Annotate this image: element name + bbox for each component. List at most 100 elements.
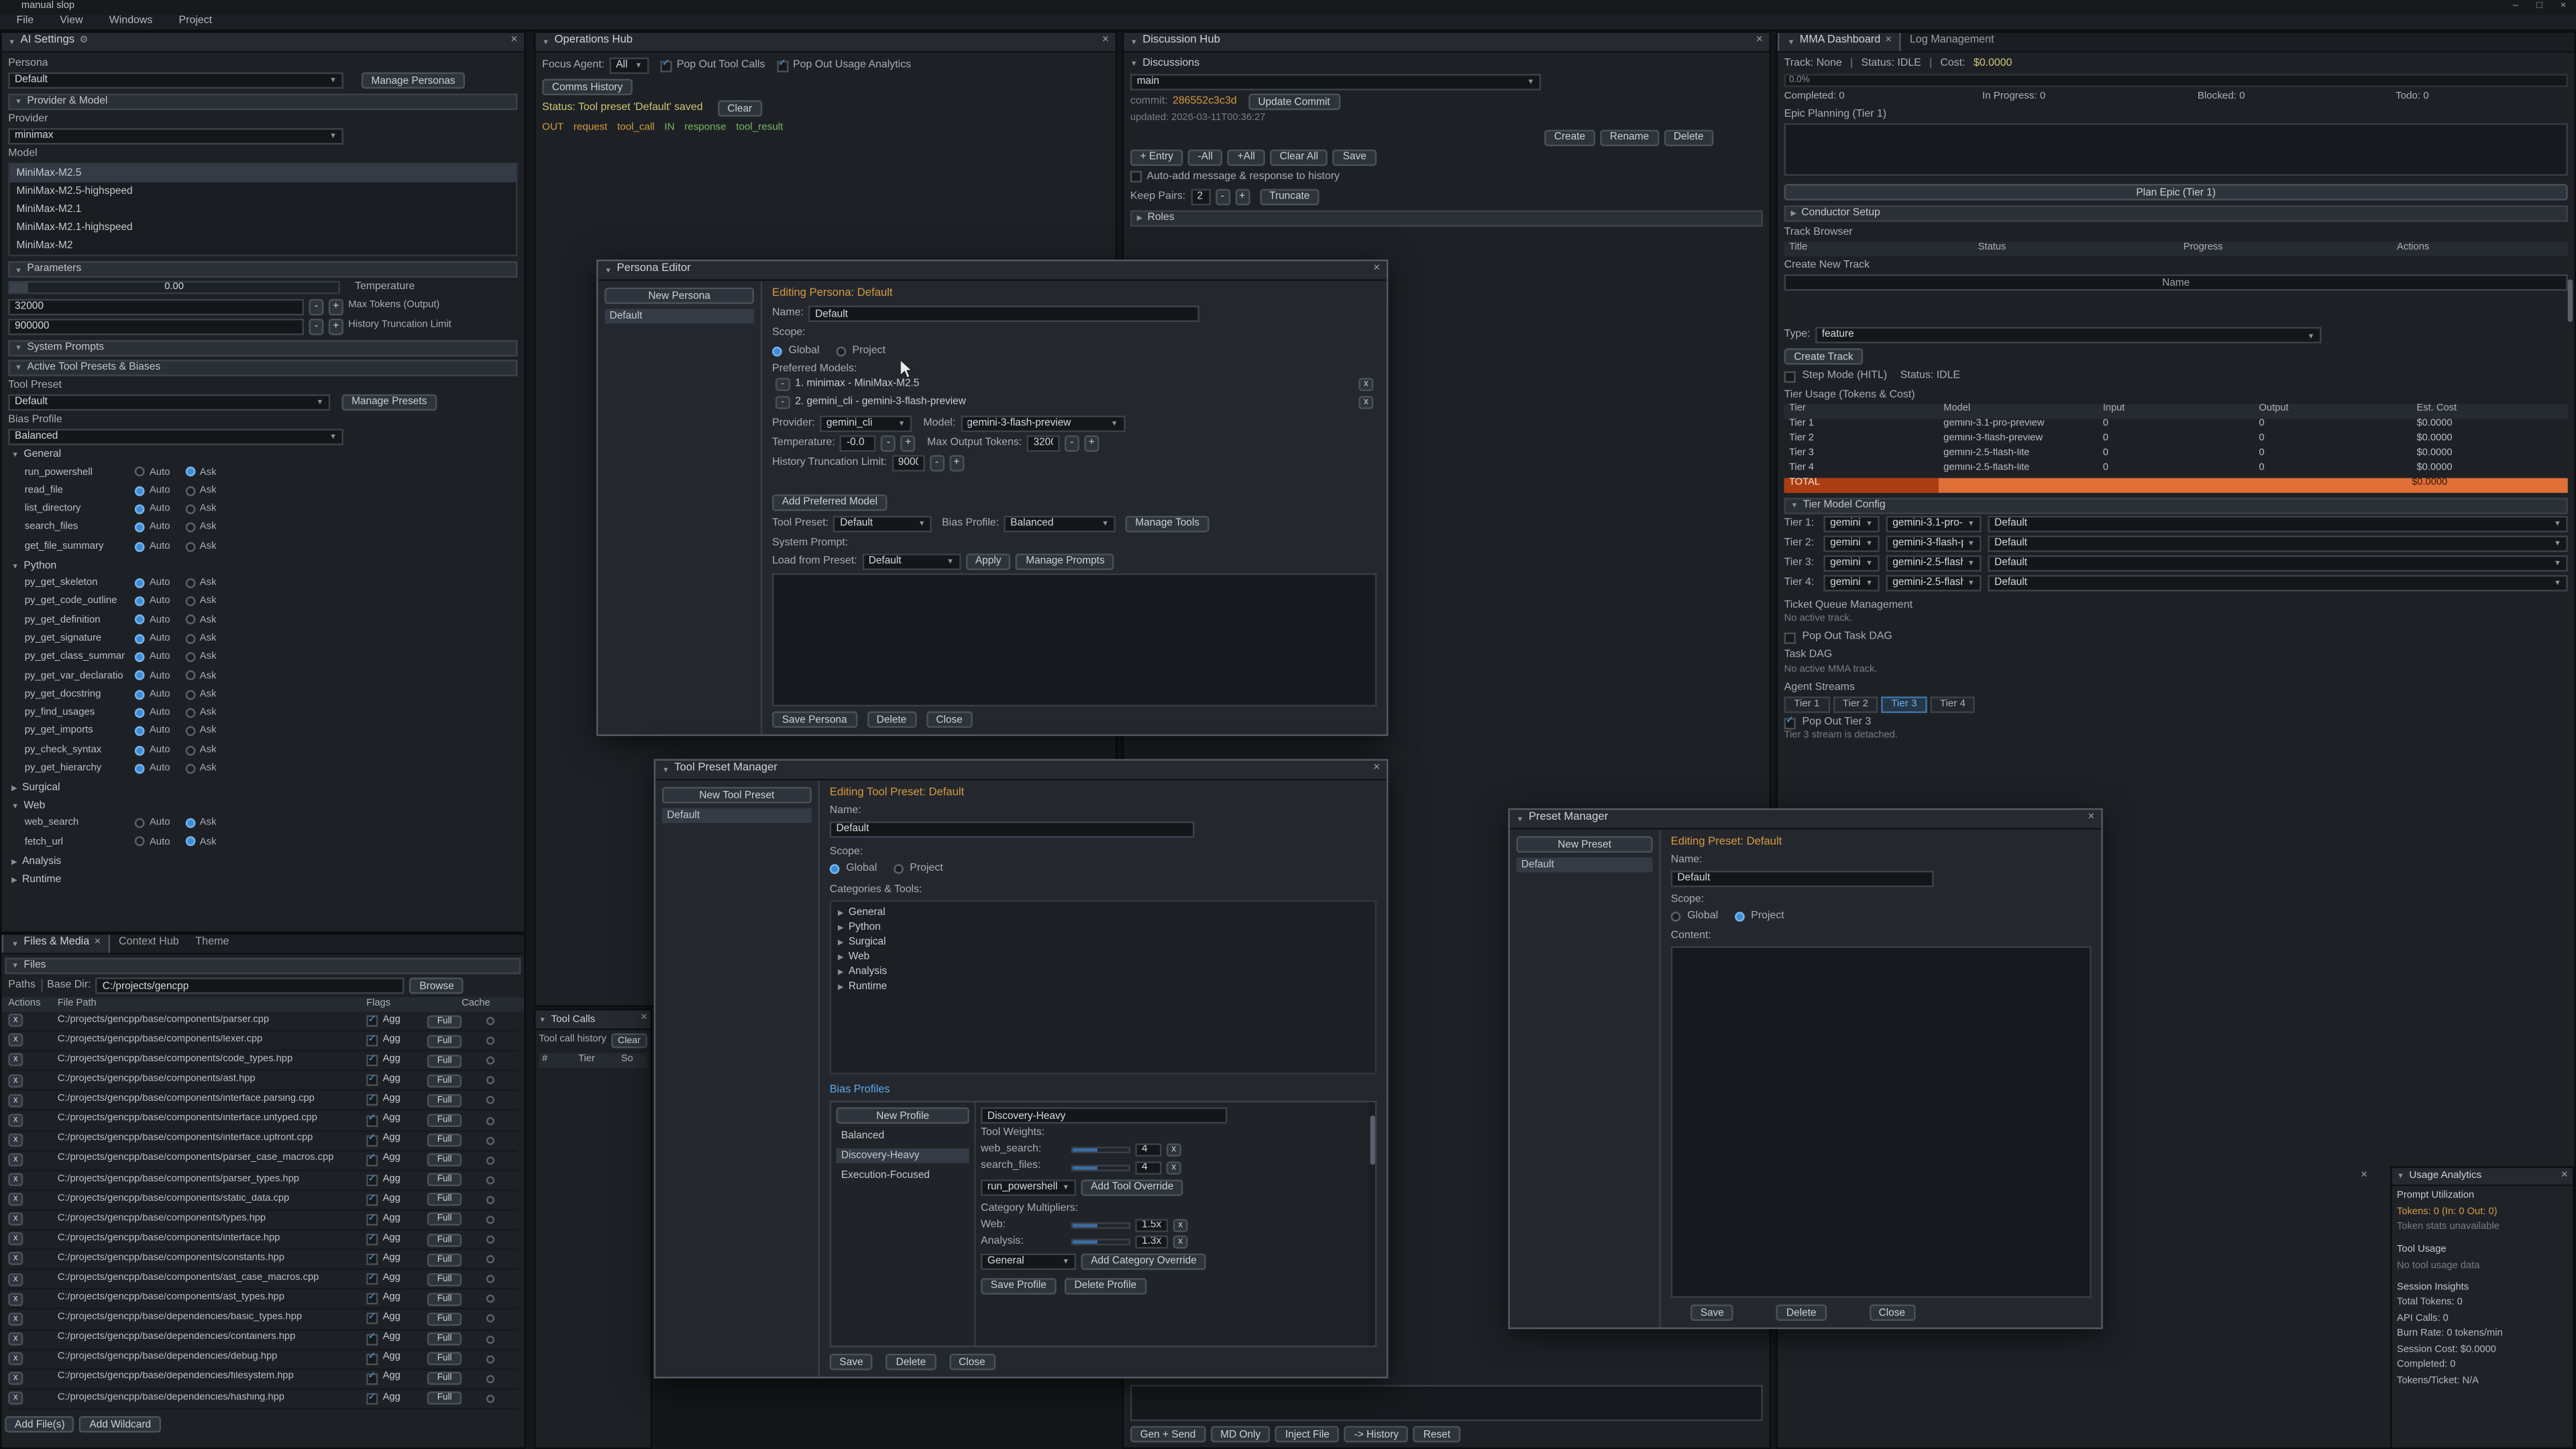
cache-toggle[interactable] (486, 1236, 494, 1244)
tab-theme[interactable]: Theme (187, 933, 237, 953)
remove-file-button[interactable]: x (8, 1213, 23, 1226)
full-button[interactable]: Full (427, 1074, 462, 1087)
tool-group-header[interactable]: ▼ Python (8, 559, 517, 574)
delete-profile-button[interactable]: Delete Profile (1065, 1278, 1146, 1294)
full-button[interactable]: Full (427, 1352, 462, 1366)
manage-button[interactable]: Rename (1600, 129, 1659, 146)
cache-toggle[interactable] (486, 1395, 494, 1403)
browse-button[interactable]: Browse (410, 977, 464, 994)
close-icon[interactable]: × (641, 1012, 647, 1026)
agg-checkbox[interactable]: ✓ (366, 1254, 378, 1265)
remove-model-button[interactable]: x (1358, 396, 1373, 410)
preset-name-input[interactable] (1671, 870, 1934, 886)
delete-tool-preset-button[interactable]: Delete (886, 1354, 936, 1370)
clear-status-button[interactable]: Clear (718, 100, 762, 116)
composer-button[interactable]: Inject File (1275, 1426, 1339, 1442)
base-dir-input[interactable] (96, 977, 405, 994)
cache-toggle[interactable] (486, 1375, 494, 1383)
composer-button[interactable]: MD Only (1210, 1426, 1270, 1442)
caret-right-icon[interactable]: ▶ (838, 982, 843, 991)
save-tool-preset-button[interactable]: Save (830, 1354, 873, 1370)
full-button[interactable]: Full (427, 1114, 462, 1127)
auto-radio[interactable] (135, 541, 145, 551)
weight-value[interactable]: 4 (1135, 1144, 1161, 1157)
increment-button[interactable]: + (949, 455, 964, 471)
auto-radio[interactable] (135, 467, 145, 477)
full-button[interactable]: Full (427, 1392, 462, 1405)
agg-checkbox[interactable]: ✓ (366, 1373, 378, 1385)
weight-slider[interactable] (1071, 1147, 1130, 1154)
scope-global-radio[interactable] (772, 346, 782, 356)
full-button[interactable]: Full (427, 1173, 462, 1187)
manage-button[interactable]: Delete (1664, 129, 1713, 146)
ask-radio[interactable] (185, 727, 195, 737)
remove-file-button[interactable]: x (8, 1332, 23, 1346)
cache-toggle[interactable] (486, 1196, 494, 1204)
save-preset-button[interactable]: Save (1690, 1304, 1734, 1320)
ask-radio[interactable] (185, 671, 195, 681)
add-files-button[interactable]: Add File(s) (5, 1416, 74, 1432)
entry-button[interactable]: Save (1333, 149, 1377, 165)
auto-radio[interactable] (135, 596, 145, 606)
composer-button[interactable]: Gen + Send (1130, 1426, 1205, 1442)
discussions-section[interactable]: ▼ Discussions (1130, 58, 1763, 71)
ask-radio[interactable] (185, 690, 195, 700)
profile-name-input[interactable] (981, 1108, 1227, 1124)
model-list-item[interactable]: MiniMax-M2.5 (10, 165, 516, 183)
full-button[interactable]: Full (427, 1214, 462, 1227)
caret-right-icon[interactable]: ▶ (838, 953, 843, 962)
manage-prompts-button[interactable]: Manage Prompts (1016, 553, 1115, 570)
caret-right-icon[interactable]: ▶ (838, 967, 843, 977)
close-tool-preset-button[interactable]: Close (949, 1354, 995, 1370)
increment-button[interactable]: + (901, 435, 916, 451)
scrollbar-thumb[interactable] (1370, 1116, 1375, 1165)
full-button[interactable]: Full (427, 1034, 462, 1048)
remove-file-button[interactable]: x (8, 1312, 23, 1326)
cache-toggle[interactable] (486, 1176, 494, 1184)
epic-planning-input[interactable] (1784, 123, 2568, 176)
auto-radio[interactable] (135, 708, 145, 718)
save-persona-button[interactable]: Save Persona (772, 711, 857, 727)
caret-down-icon[interactable]: ▼ (8, 38, 15, 47)
step-mode-checkbox[interactable]: ✓ (1784, 371, 1796, 382)
scope-project-radio[interactable] (836, 346, 846, 356)
tier-preset-select[interactable]: Default ▼ (1988, 555, 2567, 571)
remove-file-button[interactable]: x (8, 1133, 23, 1146)
menu-item[interactable]: View (60, 15, 83, 29)
profile-list-item[interactable]: Balanced (837, 1129, 969, 1144)
full-button[interactable]: Full (427, 1313, 462, 1326)
keep-pairs-input[interactable] (1191, 189, 1210, 205)
cache-toggle[interactable] (486, 1037, 494, 1045)
tab-log-management[interactable]: Log Management (1902, 32, 2002, 51)
add-category-override-button[interactable]: Add Category Override (1081, 1253, 1206, 1269)
model-list-item[interactable]: MiniMax-M2.1 (10, 201, 516, 219)
tab-mma-dashboard[interactable]: ▼ MMA Dashboard × (1778, 32, 1902, 51)
ask-radio[interactable] (185, 652, 195, 662)
ask-radio[interactable] (185, 467, 195, 477)
auto-add-checkbox[interactable]: ✓ (1130, 171, 1142, 182)
ask-radio[interactable] (185, 818, 195, 828)
ask-radio[interactable] (185, 596, 195, 606)
pop-out-usage-checkbox[interactable]: ✓ (777, 60, 788, 71)
remove-file-button[interactable]: x (8, 1391, 23, 1405)
remove-file-button[interactable]: x (8, 1114, 23, 1127)
preset-list-item[interactable]: Default (1516, 857, 1652, 872)
remove-multiplier-button[interactable]: x (1173, 1219, 1188, 1232)
close-icon[interactable]: × (2561, 1169, 2568, 1183)
discussion-select[interactable]: main ▼ (1130, 74, 1541, 91)
delete-preset-button[interactable]: Delete (1776, 1304, 1826, 1320)
weight-slider[interactable] (1071, 1164, 1130, 1171)
manage-presets-button[interactable]: Manage Presets (341, 394, 437, 410)
tool-group-header[interactable]: ▶ Surgical (8, 781, 517, 796)
cache-toggle[interactable] (486, 1097, 494, 1105)
ask-radio[interactable] (185, 708, 195, 718)
cache-toggle[interactable] (486, 1216, 494, 1224)
system-prompt-input[interactable] (772, 574, 1377, 706)
temperature-slider[interactable]: 0.00 (8, 282, 340, 295)
ask-radio[interactable] (185, 541, 195, 551)
category-override-select[interactable]: General ▼ (981, 1253, 1076, 1269)
full-button[interactable]: Full (427, 1293, 462, 1306)
entry-button[interactable]: + Entry (1130, 149, 1183, 165)
ask-radio[interactable] (185, 837, 195, 847)
plan-epic-button[interactable]: Plan Epic (Tier 1) (1784, 184, 2568, 201)
